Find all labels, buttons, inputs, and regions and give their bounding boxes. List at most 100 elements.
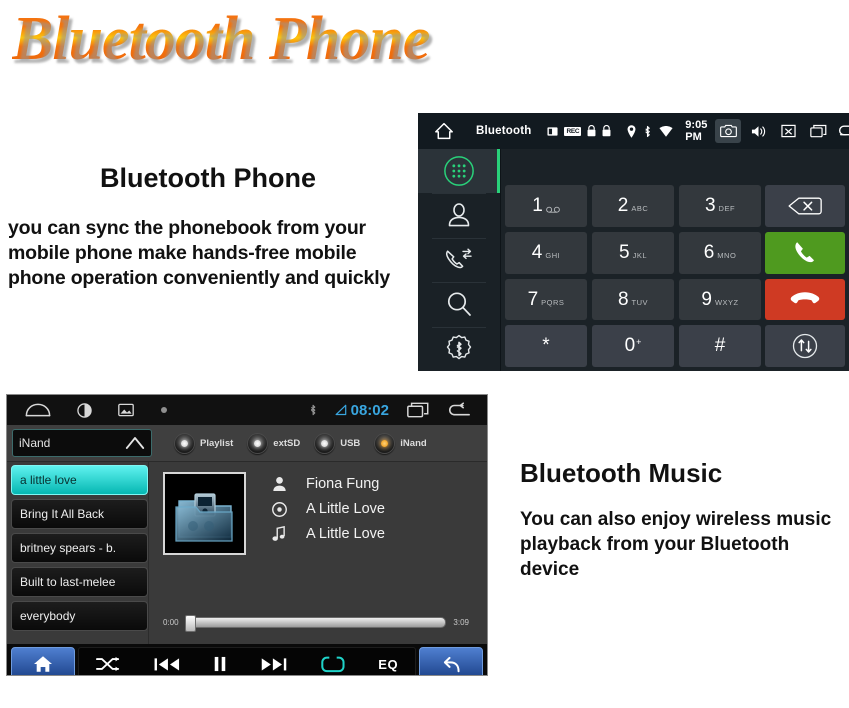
track-name: A Little Love	[306, 526, 385, 542]
recents-icon[interactable]	[805, 119, 831, 143]
backspace-icon	[788, 197, 822, 215]
voicemail-icon	[545, 206, 560, 213]
player-status-right: 08:02	[309, 402, 471, 419]
playlist[interactable]: a little love Bring It All Back britney …	[7, 462, 149, 644]
dialer-clock: 9:05 PM	[685, 119, 708, 143]
dialer-nav-icons	[715, 119, 849, 143]
home-button[interactable]	[11, 647, 75, 675]
key-0-number: 0	[624, 335, 636, 357]
radio-icon	[314, 432, 336, 454]
source-option-extsd[interactable]: extSD	[247, 432, 300, 454]
sidebar-item-dialpad[interactable]	[418, 149, 500, 194]
bluetooth-music-screenshot: 08:02 iNand Playlist extSD USB iNand a l…	[6, 394, 488, 676]
back-icon[interactable]	[447, 402, 471, 418]
list-item[interactable]: a little love	[11, 465, 148, 495]
radio-icon	[174, 432, 195, 454]
bluetooth-gear-icon	[444, 334, 474, 364]
music-body-text: You can also enjoy wireless music playba…	[520, 509, 832, 580]
key-8[interactable]: 8 TUV	[592, 278, 674, 321]
lock-icon	[587, 125, 596, 137]
eq-button[interactable]: EQ	[378, 657, 398, 672]
hangup-button[interactable]	[765, 278, 845, 321]
artist-row: Fiona Fung	[268, 476, 385, 492]
dot-icon	[160, 406, 168, 414]
key-2[interactable]: 2 ABC	[592, 185, 674, 227]
source-option-usb[interactable]: USB	[314, 432, 361, 454]
volume-icon[interactable]	[745, 119, 771, 143]
key-4-number: 4	[531, 241, 543, 263]
album-art	[163, 472, 246, 555]
search-icon	[445, 290, 473, 318]
back-icon[interactable]	[835, 119, 849, 143]
source-dropdown[interactable]: iNand	[12, 429, 152, 457]
source-label: iNand	[400, 437, 427, 449]
dialer-main: 1 2 ABC 3 DEF 4 GHI 5 JKL 6 MNO 7 PQRS 8…	[501, 149, 849, 371]
chevron-up-icon	[125, 436, 145, 450]
key-8-letters: TUV	[631, 297, 649, 307]
key-star[interactable]: *	[505, 325, 587, 367]
key-5[interactable]: 5 JKL	[592, 231, 674, 274]
sidebar-item-search[interactable]	[418, 282, 500, 326]
call-button[interactable]	[765, 231, 845, 274]
next-button[interactable]	[261, 657, 287, 672]
source-radio-group: Playlist extSD USB iNand	[174, 432, 427, 454]
key-0[interactable]: 0 +	[592, 325, 674, 367]
dialpad-grid: 1 2 ABC 3 DEF 4 GHI 5 JKL 6 MNO 7 PQRS 8…	[505, 185, 761, 367]
key-6-letters: MNO	[717, 250, 737, 260]
sidebar-item-call-log[interactable]	[418, 237, 500, 282]
poster-canvas: Bluetooth Phone Bluetooth Phone Bluetoot…	[0, 0, 849, 708]
dialer-sidebar	[418, 149, 501, 371]
transfer-icon	[791, 332, 819, 360]
source-option-inand[interactable]: iNand	[374, 432, 427, 454]
list-item[interactable]: Bring It All Back	[11, 499, 148, 529]
key-hash[interactable]: #	[679, 325, 761, 367]
home-icon[interactable]	[25, 403, 51, 417]
list-item[interactable]: Built to last-melee	[11, 567, 148, 597]
key-5-number: 5	[618, 241, 630, 263]
signal-icon	[335, 404, 347, 416]
duration-time: 3:09	[453, 618, 469, 627]
track-row: A Little Love	[268, 526, 385, 542]
list-item[interactable]: everybody	[11, 601, 148, 631]
hangup-icon	[790, 289, 820, 309]
source-option-playlist[interactable]: Playlist	[174, 432, 233, 454]
key-1-number: 1	[532, 195, 543, 216]
repeat-button[interactable]	[320, 655, 345, 673]
backspace-button[interactable]	[765, 185, 845, 227]
previous-button[interactable]	[154, 657, 180, 672]
dialpad-icon	[443, 155, 475, 187]
camera-icon[interactable]	[715, 119, 742, 143]
brightness-icon[interactable]	[77, 402, 92, 418]
music-description-block: Bluetooth Music You can also enjoy wirel…	[520, 458, 840, 582]
sidebar-item-bluetooth-settings[interactable]	[418, 326, 500, 371]
key-9[interactable]: 9 WXYZ	[679, 278, 761, 321]
key-3[interactable]: 3 DEF	[679, 185, 761, 227]
transfer-button[interactable]	[765, 325, 845, 367]
key-6[interactable]: 6 MNO	[679, 231, 761, 274]
key-0-plus: +	[636, 337, 642, 348]
home-icon[interactable]	[434, 122, 454, 140]
pause-button[interactable]	[213, 656, 227, 672]
mute-icon[interactable]	[775, 119, 801, 143]
sidebar-item-contacts[interactable]	[418, 193, 500, 237]
player-clock-group: 08:02	[335, 402, 389, 419]
key-8-number: 8	[617, 288, 629, 310]
dialer-number-display[interactable]	[501, 149, 849, 185]
lock-icon	[602, 125, 611, 137]
shuffle-button[interactable]	[95, 656, 120, 672]
list-item[interactable]: britney spears - b.	[11, 533, 148, 563]
dialer-radio-icons	[627, 124, 673, 138]
key-6-number: 6	[703, 241, 715, 263]
key-7[interactable]: 7 PQRS	[505, 278, 587, 321]
album-name: A Little Love	[306, 501, 385, 517]
progress-slider[interactable]	[184, 615, 447, 632]
key-4[interactable]: 4 GHI	[505, 231, 587, 274]
gallery-icon[interactable]	[118, 403, 134, 417]
back-button[interactable]	[419, 647, 483, 675]
key-3-number: 3	[704, 195, 716, 216]
recents-icon[interactable]	[407, 402, 429, 418]
progress-handle[interactable]	[184, 615, 196, 632]
source-label: USB	[340, 437, 361, 449]
wifi-icon	[659, 125, 673, 137]
key-1[interactable]: 1	[505, 185, 587, 227]
